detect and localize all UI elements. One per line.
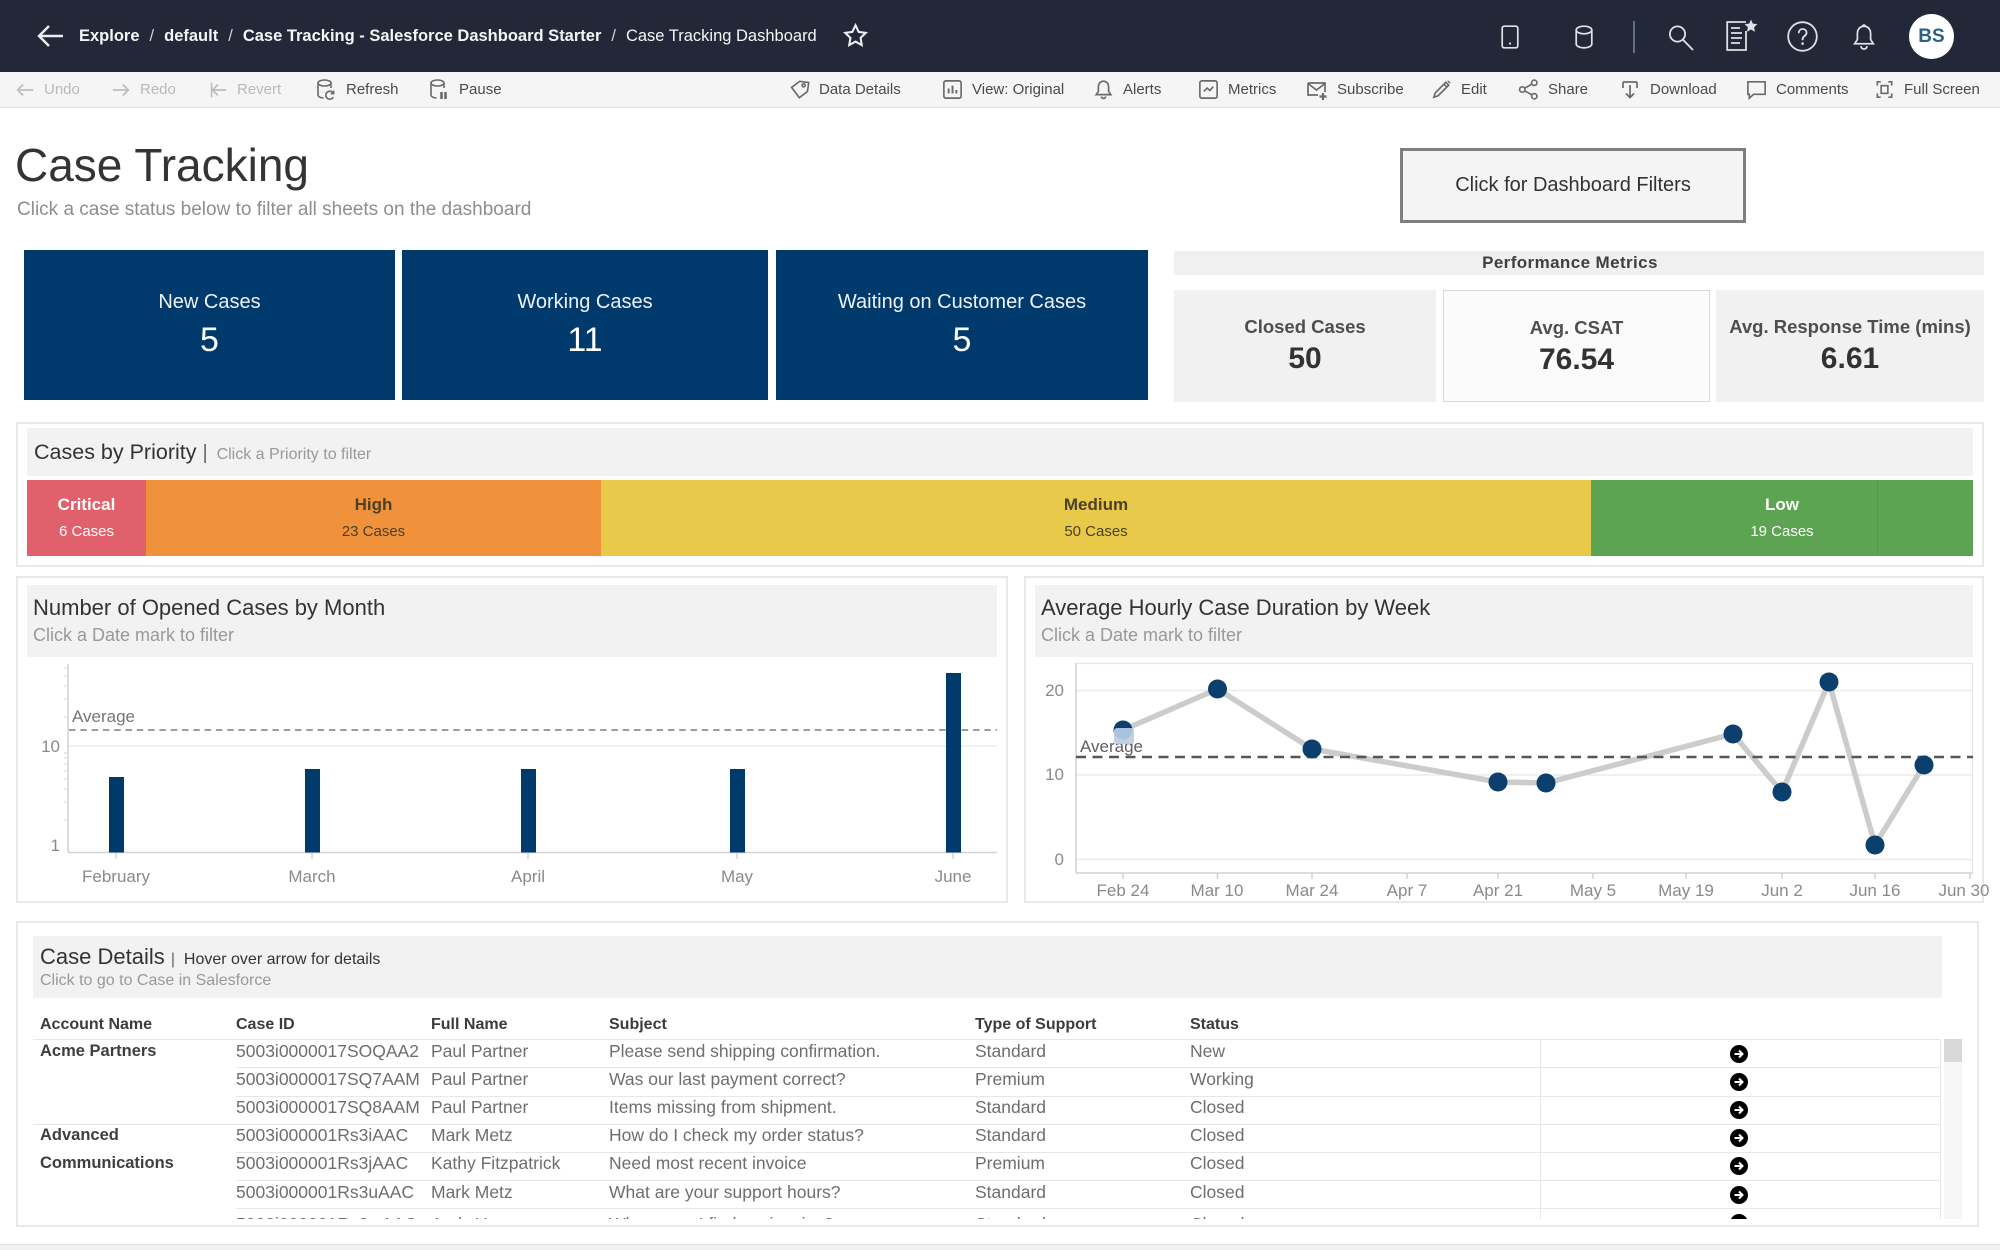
svg-text:February: February	[82, 867, 151, 886]
svg-text:10: 10	[1045, 765, 1064, 784]
svg-text:April: April	[511, 867, 545, 886]
svg-text:May 5: May 5	[1570, 881, 1616, 900]
svg-text:Apr 21: Apr 21	[1473, 881, 1523, 900]
svg-text:May 19: May 19	[1658, 881, 1714, 900]
svg-text:March: March	[288, 867, 335, 886]
svg-text:Average: Average	[72, 707, 135, 726]
svg-text:Mar 10: Mar 10	[1191, 881, 1244, 900]
svg-text:May: May	[721, 867, 754, 886]
svg-text:June: June	[935, 867, 972, 886]
svg-text:20: 20	[1045, 681, 1064, 700]
svg-text:Apr 7: Apr 7	[1387, 881, 1428, 900]
svg-text:Jun 2: Jun 2	[1761, 881, 1803, 900]
svg-text:Jun 30: Jun 30	[1938, 881, 1989, 900]
svg-text:Jun 16: Jun 16	[1849, 881, 1900, 900]
svg-text:1: 1	[51, 836, 60, 855]
svg-text:0: 0	[1055, 850, 1064, 869]
svg-text:Mar 24: Mar 24	[1286, 881, 1339, 900]
svg-text:10: 10	[41, 737, 60, 756]
svg-text:Feb 24: Feb 24	[1097, 881, 1150, 900]
